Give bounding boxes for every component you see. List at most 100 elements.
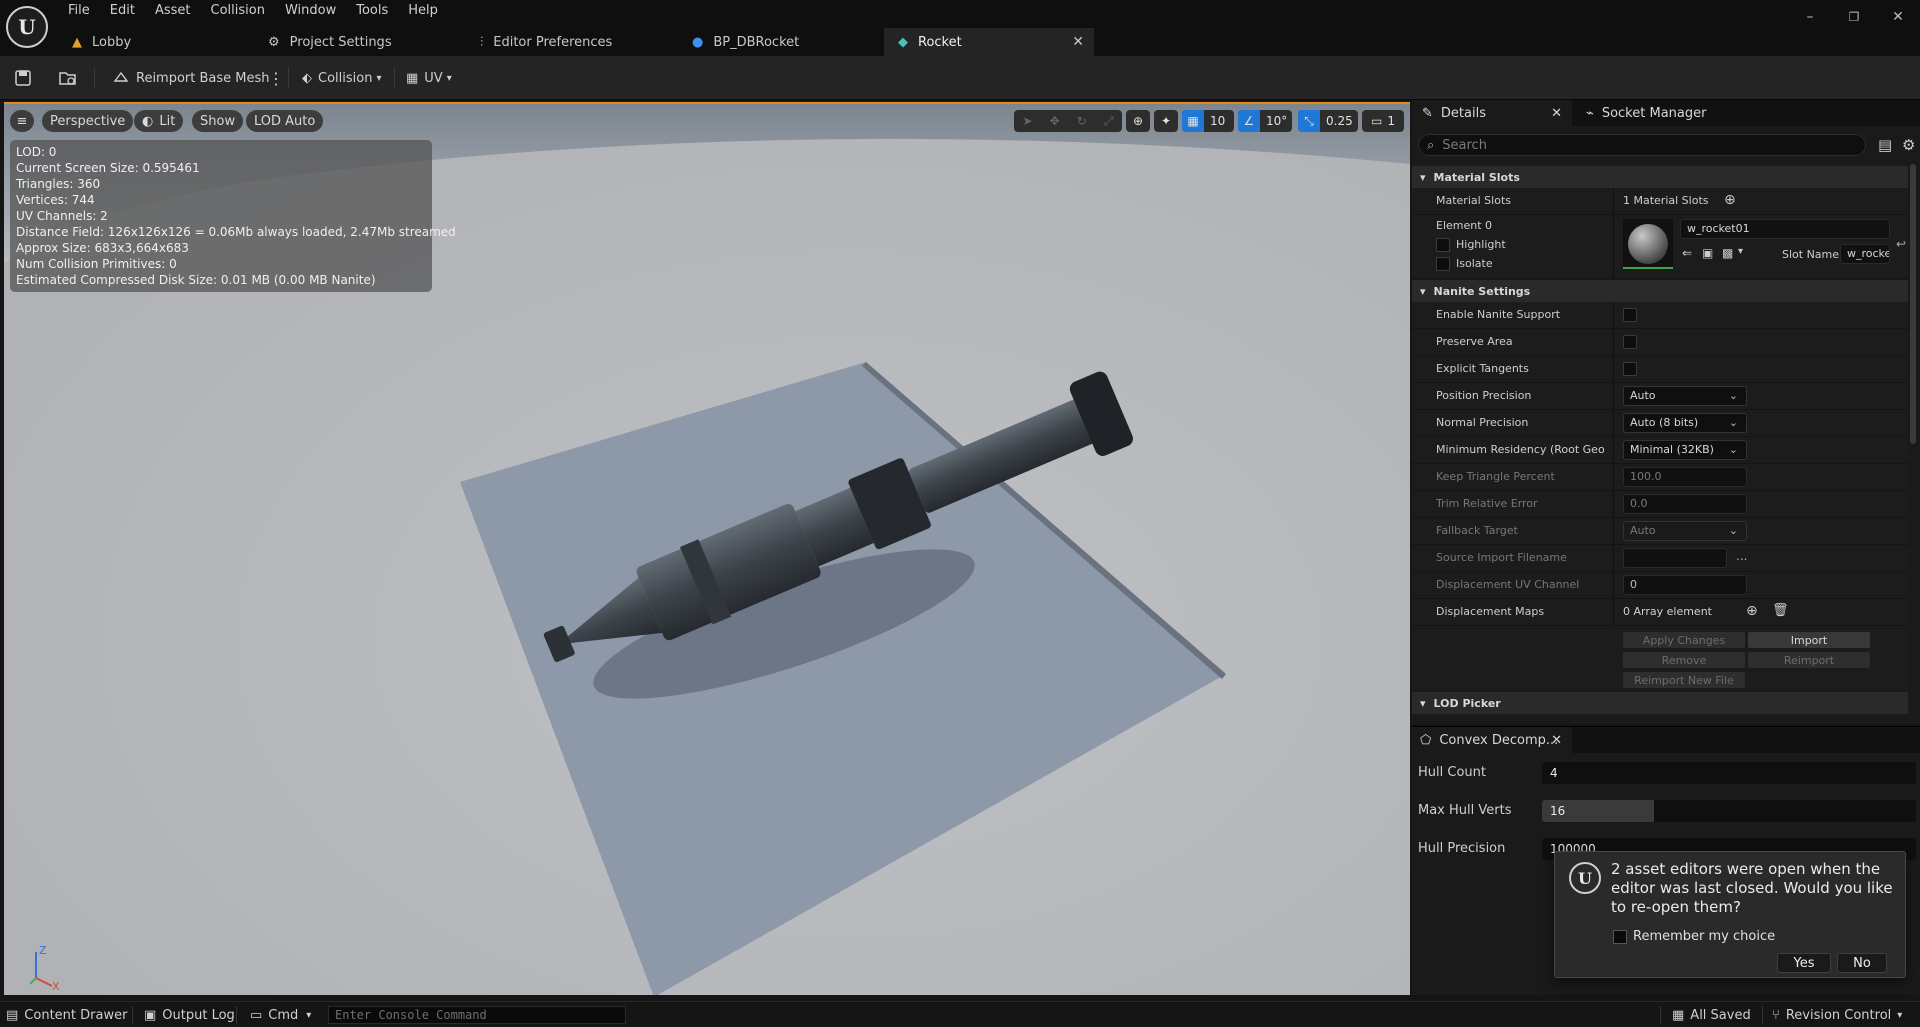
save-button[interactable] [14,64,32,92]
cmd-dropdown[interactable]: ▭ Cmd ▾ [250,1002,311,1027]
menu-window[interactable]: Window [275,2,346,22]
keep-triangle-field[interactable]: 100.0 [1623,467,1747,487]
perspective-button[interactable]: Perspective [42,110,134,132]
stat-line: UV Channels: 2 [16,209,108,223]
close-window-button[interactable]: ✕ [1876,0,1920,34]
max-hull-verts-slider[interactable]: 16 [1542,800,1916,822]
isolate-checkbox[interactable] [1436,257,1450,271]
revision-control-dropdown[interactable]: ⑂ Revision Control ▾ [1772,1002,1902,1027]
all-saved-button[interactable]: ▦ All Saved [1672,1002,1751,1027]
collision-dropdown[interactable]: ⬖ Collision ▾ [302,64,381,92]
menu-asset[interactable]: Asset [145,2,201,22]
unreal-logo-icon[interactable]: U [6,6,48,48]
menu-tools[interactable]: Tools [346,2,398,22]
displacement-uv-field[interactable]: 0 [1623,575,1747,595]
browse-button[interactable] [58,64,78,92]
material-thumbnail[interactable] [1623,219,1673,269]
output-log-button[interactable]: ▣ Output Log [144,1002,235,1027]
lod-button[interactable]: LOD Auto [246,110,324,132]
tab-lobby[interactable]: ▲ Lobby [58,28,254,56]
more-icon[interactable]: ... [1736,549,1747,563]
checker-icon[interactable]: ▩ [1722,246,1733,260]
gear-icon[interactable]: ⚙ [1902,136,1915,154]
apply-changes-button[interactable]: Apply Changes [1623,632,1745,648]
row-displacement-uv: Displacement UV Channel 0 [1412,572,1908,599]
rotation-snap-button[interactable]: ∠ 10° [1238,110,1292,132]
tab-rocket[interactable]: ◆ Rocket ✕ [884,28,1094,56]
surface-snap-button[interactable]: ✦ [1154,110,1178,132]
show-button[interactable]: Show [192,110,244,132]
details-scrollbar[interactable] [1910,164,1916,444]
section-lod-picker[interactable]: ▾ LOD Picker [1412,692,1908,714]
chevron-down-icon[interactable]: ▾ [1738,246,1743,257]
section-nanite-settings[interactable]: ▾ Nanite Settings [1412,280,1908,302]
restore-button[interactable]: ❐ [1832,0,1876,34]
grid-snap-button[interactable]: ▦ 10 [1182,110,1234,132]
enable-nanite-checkbox[interactable] [1623,308,1637,322]
tab-editor-preferences[interactable]: ⫶ Editor Preferences [466,28,678,56]
menu-collision[interactable]: Collision [201,2,275,22]
more-options-icon[interactable]: ⋮ [268,64,284,92]
socket-icon: ⌁ [1586,105,1594,121]
source-import-field[interactable] [1623,548,1727,568]
yes-button[interactable]: Yes [1777,953,1831,973]
content-drawer-button[interactable]: ▤ Content Drawer [6,1002,127,1027]
scale-tool-icon[interactable]: ⤢ [1104,114,1114,129]
rotate-tool-icon[interactable]: ↻ [1077,114,1087,128]
tab-socket-manager[interactable]: ⌁ Socket Manager [1582,100,1706,126]
preserve-area-checkbox[interactable] [1623,335,1637,349]
viewport-menu-button[interactable]: ≡ [10,110,34,132]
trash-icon[interactable]: 🗑 [1772,603,1789,618]
explicit-tangents-checkbox[interactable] [1623,362,1637,376]
world-local-button[interactable]: ⊕ [1126,110,1150,132]
import-button[interactable]: Import [1748,632,1870,648]
minimum-residency-dropdown[interactable]: Minimal (32KB) ⌄ [1623,440,1747,460]
row-preserve-area: Preserve Area [1412,329,1908,356]
slot-name-field[interactable]: w_rocket01 [1840,244,1890,264]
no-button[interactable]: No [1837,953,1887,973]
uv-dropdown[interactable]: ▦ UV ▾ [406,64,452,92]
tab-project-settings[interactable]: ⚙ Project Settings [254,28,466,56]
console-command-input[interactable]: Enter Console Command [328,1006,626,1024]
use-selected-icon[interactable]: ⇐ [1682,246,1692,260]
tab-bp-dbrocket[interactable]: ● BP_DBRocket [678,28,884,56]
tab-details[interactable]: ✎ Details ✕ [1412,100,1572,126]
minimize-button[interactable]: – [1788,0,1832,34]
row-keep-triangle-percent: Keep Triangle Percent 100.0 [1412,464,1908,491]
position-precision-dropdown[interactable]: Auto ⌄ [1623,386,1747,406]
toolbar-divider [94,68,95,88]
menu-edit[interactable]: Edit [100,2,145,22]
menu-help[interactable]: Help [398,2,448,22]
table-view-icon[interactable]: ▤ [1878,136,1892,154]
tab-label: Editor Preferences [493,34,613,50]
close-icon[interactable]: ✕ [1551,733,1562,748]
add-icon[interactable]: ⊕ [1746,603,1758,619]
move-tool-icon[interactable]: ✥ [1050,114,1060,128]
fallback-target-dropdown[interactable]: Auto ⌄ [1623,521,1747,541]
remove-button[interactable]: Remove [1623,652,1745,668]
reimport-new-file-button[interactable]: Reimport New File [1623,672,1745,688]
details-search-input[interactable]: ⌕ Search [1418,134,1866,156]
menu-file[interactable]: File [58,2,100,22]
uv-label: UV [424,70,443,86]
trim-error-field[interactable]: 0.0 [1623,494,1747,514]
camera-speed-button[interactable]: ▭ 1 [1362,110,1404,132]
scale-snap-button[interactable]: ⤡ 0.25 [1298,110,1358,132]
tab-convex-decomposition[interactable]: ⬠ Convex Decomp... ✕ [1412,727,1572,753]
section-material-slots[interactable]: ▾ Material Slots [1412,166,1908,188]
close-icon[interactable]: ✕ [1551,106,1562,121]
browse-icon[interactable]: ▣ [1702,246,1713,260]
reset-arrow-icon[interactable]: ↩ [1896,237,1906,251]
remember-choice-checkbox[interactable] [1613,930,1627,944]
reimport-button[interactable]: Reimport [1748,652,1870,668]
viewport[interactable]: ≡ Perspective ◐ Lit Show LOD Auto ➤ ✥ ↻ … [4,102,1410,995]
close-icon[interactable]: ✕ [1072,34,1084,50]
hull-count-field[interactable]: 4 [1542,762,1916,784]
select-tool-icon[interactable]: ➤ [1023,114,1033,128]
normal-precision-dropdown[interactable]: Auto (8 bits) ⌄ [1623,413,1747,433]
material-picker[interactable]: w_rocket01 [1680,219,1890,239]
reimport-base-mesh-button[interactable]: Reimport Base Mesh [112,64,270,92]
lit-button[interactable]: ◐ Lit [134,110,184,132]
add-icon[interactable]: ⊕ [1724,192,1736,208]
highlight-checkbox[interactable] [1436,238,1450,252]
